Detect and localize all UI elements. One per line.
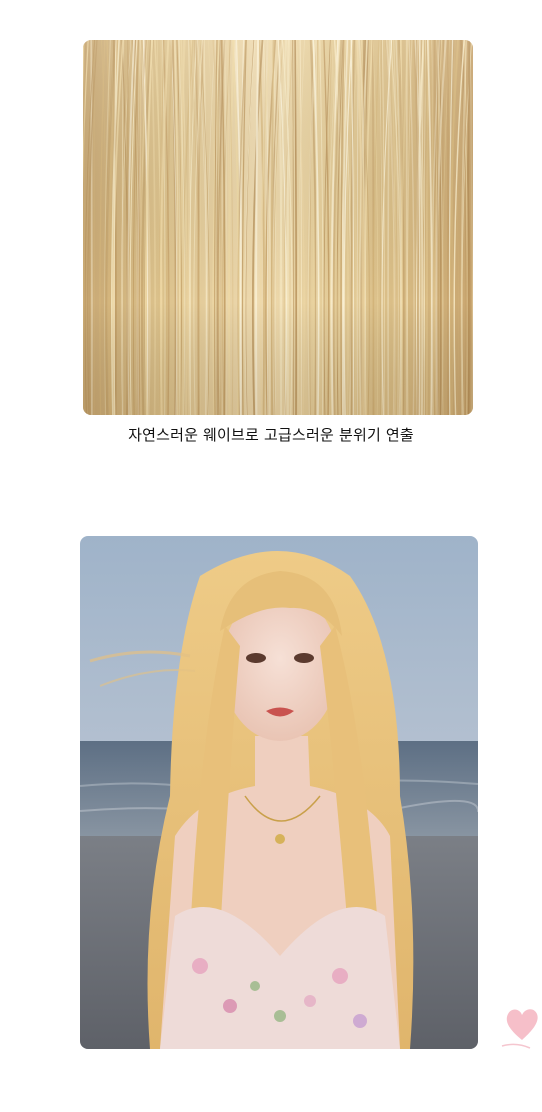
heart-icon: [500, 1000, 542, 1052]
model-photo: [80, 536, 478, 1049]
hair-texture-image: [83, 40, 473, 415]
caption-text: 자연스러운 웨이브로 고급스러운 분위기 연출: [128, 426, 414, 444]
